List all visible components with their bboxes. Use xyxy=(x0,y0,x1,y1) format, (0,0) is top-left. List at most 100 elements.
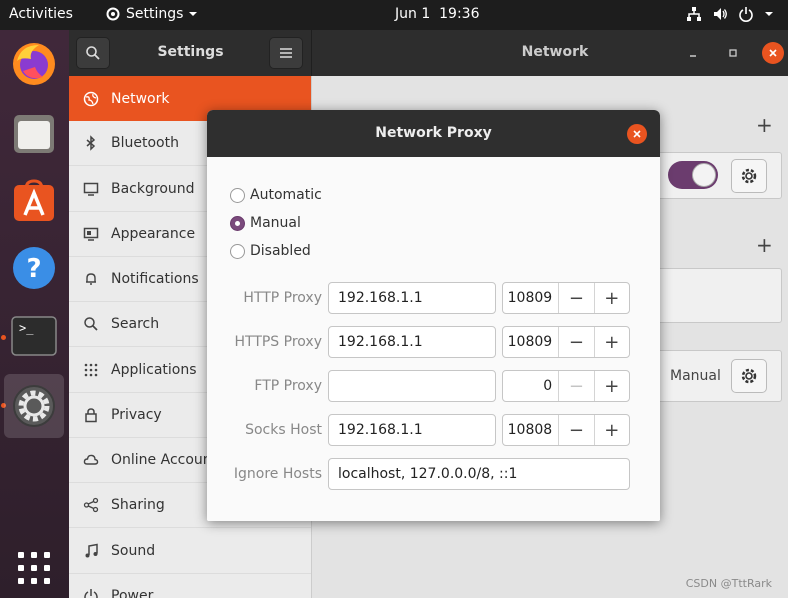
main-title: Network xyxy=(521,44,589,60)
hamburger-icon xyxy=(280,48,292,58)
port-value: 10808 xyxy=(507,422,553,438)
sidebar-item-label: Power xyxy=(111,588,154,598)
socks-host-label: Socks Host xyxy=(245,422,322,438)
clock[interactable]: Jun 1 19:36 xyxy=(395,6,480,22)
search-icon xyxy=(83,316,99,332)
network-proxy-dialog: Network Proxy Automatic Manual Disabled … xyxy=(207,110,660,521)
chevron-down-icon xyxy=(188,10,198,18)
files-icon xyxy=(14,115,54,153)
maximize-icon xyxy=(729,49,737,57)
terminal-icon: >_ xyxy=(11,316,57,356)
appearance-icon xyxy=(83,226,99,242)
settings-icon xyxy=(13,385,55,427)
dock-firefox[interactable] xyxy=(4,34,64,94)
dialog-header: Network Proxy xyxy=(207,110,660,157)
dock-show-apps[interactable] xyxy=(4,538,64,598)
close-icon xyxy=(769,49,777,57)
svg-text:>_: >_ xyxy=(19,321,34,335)
increment-button[interactable]: + xyxy=(593,283,629,313)
sidebar-item-power[interactable]: Power xyxy=(69,574,311,598)
wired-toggle[interactable] xyxy=(668,161,718,189)
https-proxy-host-input[interactable]: 192.168.1.1 xyxy=(328,326,496,358)
decrement-button[interactable]: − xyxy=(558,415,593,445)
add-vpn-button[interactable]: + xyxy=(756,233,773,257)
system-tray[interactable] xyxy=(686,6,774,22)
sidebar-item-label: Background xyxy=(111,181,195,197)
network-wired-icon xyxy=(686,6,702,22)
port-value: 0 xyxy=(543,378,553,394)
sidebar-item-label: Notifications xyxy=(111,271,199,287)
ftp-proxy-host-input[interactable] xyxy=(328,370,496,402)
wired-settings-button[interactable] xyxy=(731,159,767,193)
bell-icon xyxy=(83,271,99,287)
dialog-body: Automatic Manual Disabled HTTP Proxy 192… xyxy=(207,157,660,521)
mode-disabled-radio[interactable]: Disabled xyxy=(230,243,311,259)
dock-software[interactable] xyxy=(4,170,64,230)
activities-button[interactable]: Activities xyxy=(9,6,73,22)
radio-indicator xyxy=(230,215,245,231)
radio-label: Disabled xyxy=(250,243,311,259)
sidebar-item-label: Applications xyxy=(111,362,197,378)
maximize-button[interactable] xyxy=(722,42,744,64)
software-icon xyxy=(14,179,54,221)
dialog-close-button[interactable] xyxy=(627,124,647,144)
dock-help[interactable]: ? xyxy=(4,238,64,298)
decrement-button[interactable]: − xyxy=(558,327,593,357)
app-grid-icon xyxy=(18,552,50,584)
volume-icon xyxy=(712,6,728,22)
menu-button[interactable] xyxy=(269,37,303,69)
settings-gear-icon xyxy=(105,6,121,22)
clock-date: Jun 1 xyxy=(395,6,431,22)
minimize-button[interactable] xyxy=(682,42,704,64)
radio-label: Manual xyxy=(250,215,301,231)
ignore-hosts-input[interactable]: localhost, 127.0.0.0/8, ::1 xyxy=(328,458,630,490)
main-header: Network xyxy=(312,30,788,76)
mode-automatic-radio[interactable]: Automatic xyxy=(230,187,322,203)
decrement-button[interactable]: − xyxy=(558,371,593,401)
ignore-hosts-label: Ignore Hosts xyxy=(233,466,322,482)
sidebar-item-label: Privacy xyxy=(111,407,162,423)
sidebar-item-label: Network xyxy=(111,90,170,107)
socks-host-input[interactable]: 192.168.1.1 xyxy=(328,414,496,446)
dock-terminal[interactable]: >_ xyxy=(4,306,64,366)
https-proxy-port-stepper[interactable]: 10809 − + xyxy=(502,326,630,358)
power-icon xyxy=(738,6,754,22)
minimize-icon xyxy=(690,55,696,57)
sidebar-item-label: Sound xyxy=(111,543,156,559)
radio-indicator xyxy=(230,243,245,259)
top-bar: Activities Settings Jun 1 19:36 xyxy=(0,0,788,30)
add-connection-button[interactable]: + xyxy=(756,113,773,137)
lock-icon xyxy=(83,407,99,423)
proxy-mode-value: Manual xyxy=(670,368,721,384)
port-value: 10809 xyxy=(507,290,553,306)
chevron-down-icon xyxy=(764,10,774,18)
close-button[interactable] xyxy=(762,42,784,64)
ftp-proxy-port-stepper[interactable]: 0 − + xyxy=(502,370,630,402)
proxy-settings-button[interactable] xyxy=(731,359,767,393)
clock-time: 19:36 xyxy=(439,6,480,22)
http-proxy-host-input[interactable]: 192.168.1.1 xyxy=(328,282,496,314)
gear-icon xyxy=(741,368,757,384)
increment-button[interactable]: + xyxy=(593,371,629,401)
dock-files[interactable] xyxy=(4,104,64,164)
decrement-button[interactable]: − xyxy=(558,283,593,313)
sidebar-item-sound[interactable]: Sound xyxy=(69,529,311,574)
mode-manual-radio[interactable]: Manual xyxy=(230,215,301,231)
power-icon xyxy=(83,588,99,598)
http-proxy-port-stepper[interactable]: 10809 − + xyxy=(502,282,630,314)
gear-icon xyxy=(741,168,757,184)
socks-port-stepper[interactable]: 10808 − + xyxy=(502,414,630,446)
background-icon xyxy=(83,181,99,197)
firefox-icon xyxy=(13,43,55,85)
increment-button[interactable]: + xyxy=(593,415,629,445)
cloud-icon xyxy=(83,452,99,468)
increment-button[interactable]: + xyxy=(593,327,629,357)
svg-text:?: ? xyxy=(26,254,41,284)
radio-label: Automatic xyxy=(250,187,322,203)
dock-settings[interactable] xyxy=(4,374,64,438)
watermark: CSDN @TttRark xyxy=(685,577,772,590)
dialog-title: Network Proxy xyxy=(375,125,492,141)
app-menu[interactable]: Settings xyxy=(105,6,198,22)
bluetooth-icon xyxy=(83,135,99,151)
radio-indicator xyxy=(230,187,245,203)
